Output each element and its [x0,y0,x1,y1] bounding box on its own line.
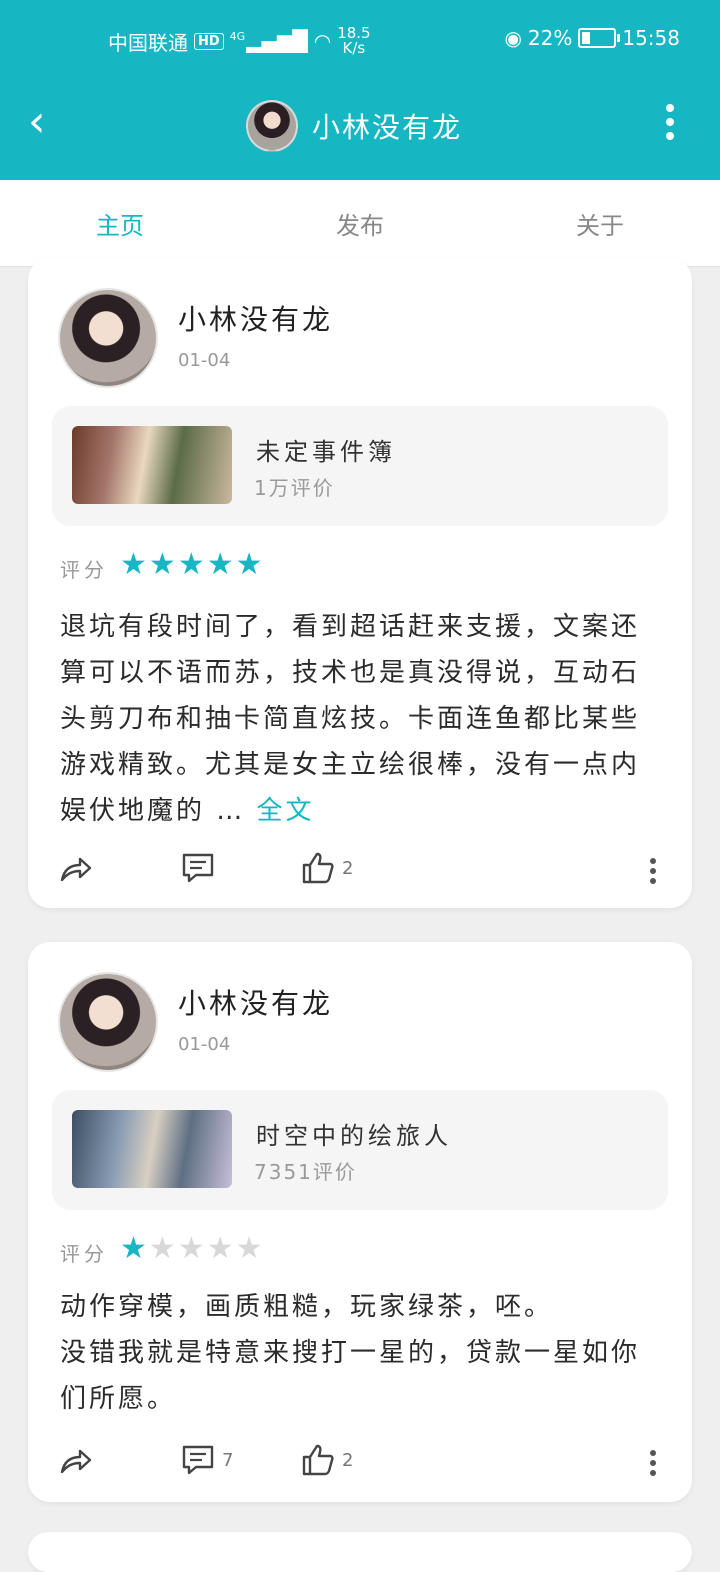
review-line: 动作穿模，画质粗糙，玩家绿茶，呸。 [60,1292,554,1322]
star-icon: ★ [235,1231,263,1266]
carrier-name: 中国联通 [108,30,188,55]
review-card [28,1532,692,1572]
share-icon [60,857,92,882]
post-date: 01-04 [178,1034,231,1055]
like-button[interactable]: 2 [300,850,353,886]
review-card: 小林没有龙 01-04 未定事件簿 1万评价 评分 ★ ★ ★ ★ ★ 退坑有段… [28,258,692,908]
game-cover-image [72,426,232,504]
star-icon: ★ [206,547,234,582]
eye-icon: ◉ [504,26,522,50]
avatar[interactable] [58,972,158,1072]
comment-button[interactable]: 7 [180,1442,233,1478]
like-count: 2 [342,857,354,879]
battery-icon [578,28,621,48]
rating-label: 评分 [60,1242,108,1266]
star-icon: ★ [177,547,205,582]
share-icon [60,1449,92,1474]
page-title: 小林没有龙 [312,111,463,144]
post-date: 01-04 [178,350,231,371]
status-left: 中国联通 HD 4G▂▄▆█ ◠ 18.5 K/s [108,26,371,56]
like-count: 2 [342,1449,354,1471]
post-actions: 2 [28,850,692,890]
like-icon [302,1444,334,1476]
game-name: 时空中的绘旅人 [256,1122,452,1150]
comment-count: 7 [222,1449,234,1471]
rating-stars: ★ ★ ★ ★ ★ [120,1234,263,1264]
rating-stars: ★ ★ ★ ★ ★ [120,550,263,580]
star-icon: ★ [235,547,263,582]
game-name: 未定事件簿 [256,438,396,466]
review-text[interactable]: 动作穿模，画质粗糙，玩家绿茶，呸。 没错我就是特意来搜打一星的，贷款一星如你们所… [60,1284,660,1422]
clock: 15:58 [622,26,680,50]
comment-icon [182,853,214,883]
game-card[interactable]: 时空中的绘旅人 7351评价 [52,1090,668,1210]
comment-icon [182,1445,214,1475]
author-name[interactable]: 小林没有龙 [178,982,333,1022]
avatar[interactable] [58,288,158,388]
share-button[interactable] [58,1442,94,1478]
star-icon: ★ [177,1231,205,1266]
like-button[interactable]: 2 [300,1442,353,1478]
read-more-link[interactable]: 全文 [257,796,315,826]
star-icon: ★ [120,547,147,582]
star-icon: ★ [148,547,176,582]
profile-title: 小林没有龙 [246,100,462,152]
comment-button[interactable] [180,850,222,886]
game-review-count: 1万评价 [254,476,335,500]
status-right: ◉ 22% 15:58 [504,26,680,50]
share-button[interactable] [58,850,94,886]
game-card[interactable]: 未定事件簿 1万评价 [52,406,668,526]
app-bar: ‹ 小林没有龙 [0,92,720,156]
game-review-count: 7351评价 [254,1160,357,1184]
rating-label: 评分 [60,558,108,582]
status-bar: 中国联通 HD 4G▂▄▆█ ◠ 18.5 K/s ◉ 22% 15:58 [0,16,720,66]
back-arrow-icon[interactable]: ‹ [28,100,68,144]
review-text[interactable]: 退坑有段时间了，看到超话赶来支援，文案还算可以不语而苏，技术也是真没得说，互动石… [60,604,660,834]
post-actions: 7 2 [28,1442,692,1482]
hd-badge: HD [194,32,224,50]
signal-icon: 4G▂▄▆█ [229,29,308,53]
tab-posts[interactable]: 发布 [300,206,420,241]
like-icon [302,852,334,884]
review-card: 小林没有龙 01-04 时空中的绘旅人 7351评价 评分 ★ ★ ★ ★ ★ … [28,942,692,1502]
more-vertical-icon[interactable] [664,104,676,140]
battery-percent: 22% [527,26,573,50]
wifi-icon: ◠ [313,29,332,53]
network-speed: 18.5 K/s [337,24,371,57]
author-name[interactable]: 小林没有龙 [178,298,333,338]
tab-home[interactable]: 主页 [60,206,180,241]
game-cover-image [72,1110,232,1188]
tab-bar: 主页 发布 关于 [0,180,720,267]
app-header: 中国联通 HD 4G▂▄▆█ ◠ 18.5 K/s ◉ 22% 15:58 ‹ 小… [0,0,720,180]
star-icon: ★ [148,1231,176,1266]
review-line: 没错我就是特意来搜打一星的，贷款一星如你们所愿。 [60,1338,641,1414]
avatar[interactable] [246,100,298,152]
tab-about[interactable]: 关于 [540,206,660,241]
more-vertical-icon[interactable] [650,1450,658,1480]
star-icon: ★ [206,1231,234,1266]
more-vertical-icon[interactable] [650,858,658,888]
star-icon: ★ [120,1231,147,1266]
